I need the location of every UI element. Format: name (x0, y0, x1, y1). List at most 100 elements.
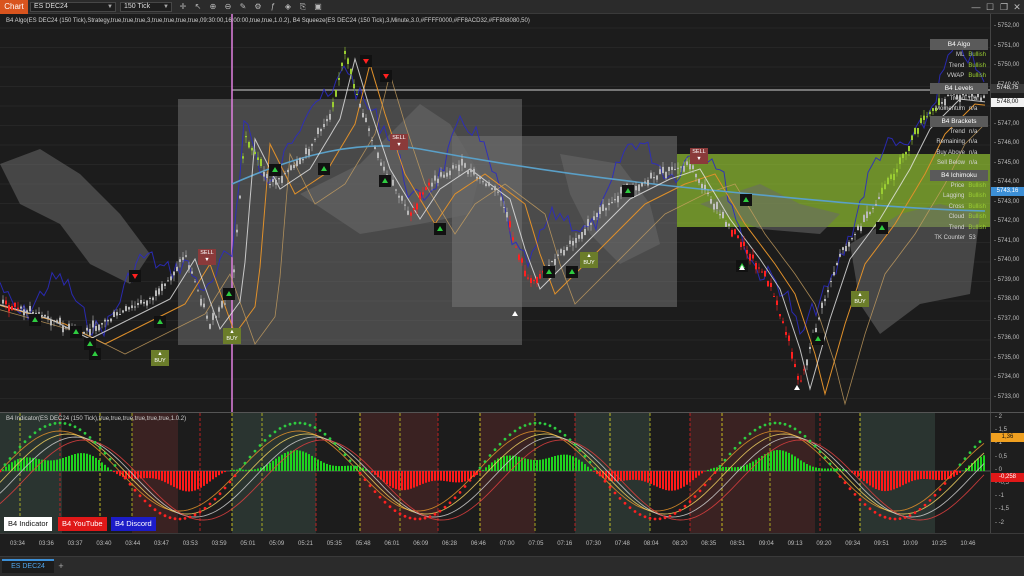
time-tick-label: 06:46 (470, 541, 486, 547)
candle-body (173, 271, 175, 276)
histogram-bar (905, 471, 907, 484)
histogram-bar (494, 460, 496, 471)
snapshot-icon[interactable]: ▣ (313, 2, 323, 12)
candle-body (755, 263, 757, 270)
histogram-bar (317, 459, 319, 471)
histogram-bar (92, 456, 94, 471)
attach-icon[interactable]: ⎘ (298, 2, 308, 12)
indicators-icon[interactable]: ƒ (268, 2, 278, 12)
candle-body (146, 300, 148, 306)
histogram-bar (440, 471, 442, 481)
histogram-bar (242, 469, 244, 471)
oscillator-dot (68, 423, 72, 427)
time-tick-label: 10:46 (960, 541, 976, 547)
candle-body (29, 306, 31, 312)
histogram-bar (809, 465, 811, 471)
candle-body (878, 196, 880, 199)
histogram-bar (101, 462, 103, 471)
candle-body (599, 207, 601, 214)
maximize-icon[interactable]: ☐ (984, 1, 996, 13)
histogram-bar (245, 469, 247, 471)
oscillator-dot (93, 440, 97, 444)
zoom-out-icon[interactable]: ⊖ (223, 2, 233, 12)
oscillator-dot (763, 423, 767, 427)
indicator-plot-area[interactable]: B4 Indicator(ES DEC24 (150 Tick),true,tr… (0, 413, 990, 533)
status-value: n/a (969, 128, 978, 135)
histogram-bar (326, 463, 328, 471)
price-plot-area[interactable]: B4 Algo(ES DEC24 (150 Tick),Strategy,tru… (0, 14, 990, 412)
oscillator-dot (918, 507, 922, 511)
draw-tool-icon[interactable]: ✎ (238, 2, 248, 12)
candle-body (305, 148, 307, 154)
histogram-bar (179, 471, 181, 490)
candle-body (797, 376, 799, 380)
oscillator-dot (808, 439, 812, 443)
indicator-value-tag: 1,36 (991, 433, 1024, 442)
candle-body (863, 215, 865, 222)
crosshair-icon[interactable]: ✛ (178, 2, 188, 12)
candle-body (746, 250, 748, 254)
histogram-bar (419, 471, 421, 486)
histogram-bar (143, 471, 145, 479)
pointer-icon[interactable]: ↖ (193, 2, 203, 12)
oscillator-dot (703, 483, 707, 487)
legend-b4-discord[interactable]: B4 Discord (111, 517, 156, 531)
histogram-bar (341, 466, 343, 471)
oscillator-dot (978, 440, 982, 444)
instrument-selector[interactable]: ES DEC24 ▼ (30, 2, 116, 12)
legend-b4-youtube[interactable]: B4 YouTube (58, 517, 107, 531)
candle-body (434, 175, 436, 181)
candle-body (857, 225, 859, 230)
histogram-bar (206, 471, 208, 484)
candle-body (170, 276, 172, 281)
properties-icon[interactable]: ⚙ (253, 2, 263, 12)
candle-body (887, 177, 889, 184)
histogram-bar (203, 471, 205, 486)
candle-body (914, 127, 916, 134)
candle-body (563, 250, 565, 256)
zoom-in-icon[interactable]: ⊕ (208, 2, 218, 12)
histogram-bar (152, 471, 154, 479)
candle-body (608, 203, 610, 205)
candle-body (473, 168, 475, 175)
price-axis[interactable]: - 5752,00- 5751,00- 5750,00- 5749,00- 57… (990, 14, 1024, 412)
candle-body (731, 230, 733, 237)
histogram-bar (323, 462, 325, 471)
minimize-icon[interactable]: — (970, 1, 982, 13)
histogram-bar (347, 465, 349, 471)
candle-body (437, 178, 439, 183)
candle-body (665, 172, 667, 179)
candle-body (518, 254, 520, 260)
legend-b4-indicator[interactable]: B4 Indicator (4, 517, 53, 531)
bar-type-selector[interactable]: 150 Tick ▼ (120, 2, 172, 12)
tab-es-dec24[interactable]: ES DEC24 (2, 559, 54, 573)
candle-body (149, 297, 151, 299)
strategy-icon[interactable]: ◈ (283, 2, 293, 12)
time-tick-label: 08:04 (643, 541, 659, 547)
candle-body (248, 142, 250, 148)
oscillator-dot (383, 500, 387, 504)
candle-body (296, 160, 298, 166)
candle-body (854, 234, 856, 236)
restore-icon[interactable]: ❐ (998, 1, 1010, 13)
histogram-bar (920, 471, 922, 480)
oscillator-dot (213, 497, 217, 501)
add-tab-button[interactable]: + (56, 560, 66, 572)
histogram-bar (671, 471, 673, 491)
oscillator-dot (958, 463, 962, 467)
oscillator-dot (778, 421, 782, 425)
histogram-bar (641, 471, 643, 481)
close-icon[interactable]: ✕ (1011, 1, 1023, 13)
candle-body (107, 320, 109, 322)
time-axis[interactable]: 03:34 03:36 03:37 03:40 03:44 03:47 03:53 03:59… (0, 533, 1024, 556)
histogram-bar (938, 471, 940, 481)
chart-menu-button[interactable]: Chart (0, 0, 28, 14)
candle-body (98, 324, 100, 331)
price-tag: 5748,75 (991, 84, 1024, 93)
status-value: 53 (969, 235, 976, 241)
histogram-bar (281, 454, 283, 471)
candle-body (23, 309, 25, 316)
candle-body (191, 271, 193, 274)
candle-body (8, 305, 10, 312)
candle-body (479, 175, 481, 179)
